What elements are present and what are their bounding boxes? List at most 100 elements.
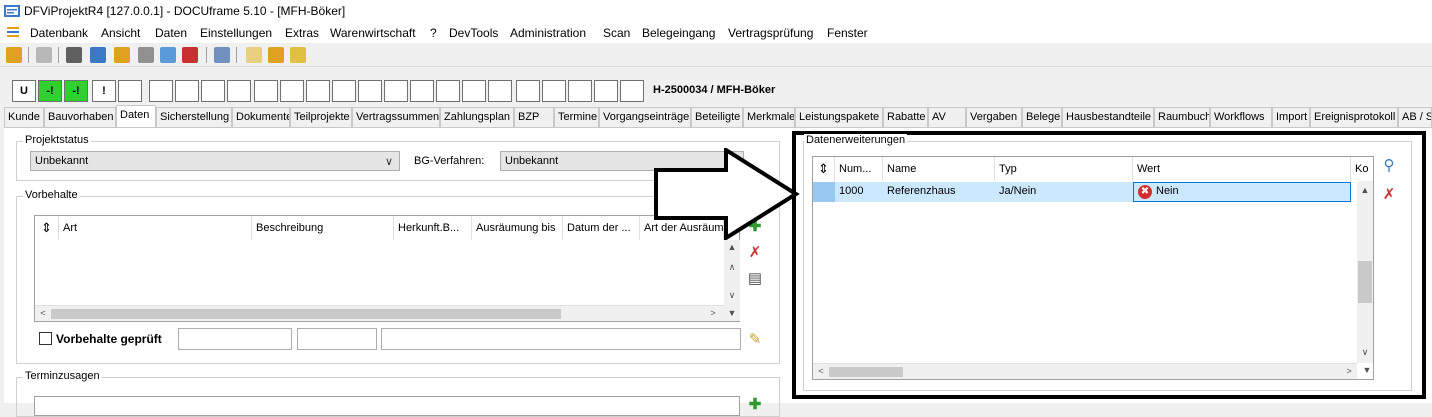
list-icon[interactable]: [90, 47, 106, 63]
add-icon[interactable]: ✚: [746, 396, 764, 414]
projektstatus-select[interactable]: Unbekannt ∨: [30, 151, 400, 171]
tab-ereignisprotokoll[interactable]: Ereignisprotokoll: [1310, 107, 1398, 127]
sort-toggle-icon[interactable]: ⇕: [35, 216, 59, 240]
scroll-right-icon[interactable]: >: [705, 308, 721, 318]
tab-hausbestandteile[interactable]: Hausbestandteile: [1062, 107, 1154, 127]
tab-raumbuch[interactable]: Raumbuch: [1154, 107, 1210, 127]
tab-vorgangseintraege[interactable]: Vorgangseinträge: [599, 107, 691, 127]
card-icon[interactable]: [66, 47, 82, 63]
menu-extras[interactable]: Extras: [285, 26, 319, 40]
tab-ab-s[interactable]: AB / S: [1398, 107, 1432, 127]
status-box-empty[interactable]: [620, 80, 644, 102]
tab-teilprojekte[interactable]: Teilprojekte: [290, 107, 352, 127]
vertical-scrollbar[interactable]: ▲ ∧ ∨ ▼: [724, 240, 740, 321]
status-box-warning[interactable]: !: [92, 80, 116, 102]
scroll-down-icon[interactable]: ∨: [724, 290, 740, 301]
print-icon[interactable]: [36, 47, 52, 63]
vorbehalte-checkbox[interactable]: [39, 332, 52, 345]
scroll-down-icon[interactable]: ∨: [1357, 347, 1373, 358]
menu-belegeingang[interactable]: Belegeingang: [642, 26, 715, 40]
column-header[interactable]: Name: [883, 157, 995, 181]
column-header[interactable]: Ko: [1351, 157, 1375, 181]
scroll-thumb[interactable]: [1358, 261, 1372, 303]
tab-workflows[interactable]: Workflows: [1210, 107, 1272, 127]
tab-termine[interactable]: Termine: [554, 107, 599, 127]
tab-merkmale[interactable]: Merkmale: [743, 107, 795, 127]
column-header[interactable]: Ausräumung bis: [472, 216, 563, 240]
phone-icon[interactable]: [214, 47, 230, 63]
tab-zahlungsplan[interactable]: Zahlungsplan: [440, 107, 514, 127]
column-header[interactable]: Datum der ...: [563, 216, 640, 240]
menu-warenwirtschaft[interactable]: Warenwirtschaft: [330, 26, 416, 40]
terminzusagen-grid[interactable]: [34, 396, 740, 416]
status-box-green-1[interactable]: -!: [38, 80, 62, 102]
status-box-empty[interactable]: [227, 80, 251, 102]
task-icon[interactable]: [160, 47, 176, 63]
menu-daten[interactable]: Daten: [155, 26, 187, 40]
vorbehalte-field-2[interactable]: [297, 328, 377, 350]
status-box-empty[interactable]: [358, 80, 382, 102]
menu-doc-icon[interactable]: [6, 25, 20, 39]
scroll-top-icon[interactable]: ▲: [724, 242, 740, 252]
scroll-bottom-icon[interactable]: ▼: [1359, 365, 1375, 375]
sort-toggle-icon[interactable]: ⇕: [813, 157, 835, 181]
scroll-up-icon[interactable]: ∧: [724, 262, 740, 273]
tab-leistungspakete[interactable]: Leistungspakete: [795, 107, 883, 127]
menu-einstellungen[interactable]: Einstellungen: [200, 26, 272, 40]
column-header[interactable]: Wert: [1133, 157, 1351, 181]
status-box-empty[interactable]: [516, 80, 540, 102]
scroll-bottom-icon[interactable]: ▼: [724, 308, 740, 318]
tab-bzp[interactable]: BZP: [514, 107, 554, 127]
table-row[interactable]: 1000 Referenzhaus Ja/Nein ✖ Nein: [813, 182, 1351, 202]
vertical-scrollbar[interactable]: ▲ ∨: [1357, 181, 1373, 363]
status-box-empty[interactable]: [542, 80, 566, 102]
search-icon[interactable]: ⚲: [1380, 157, 1398, 175]
tab-daten[interactable]: Daten: [116, 105, 156, 127]
column-header[interactable]: Num...: [835, 157, 883, 181]
status-box-empty[interactable]: [280, 80, 304, 102]
open-record-icon[interactable]: [6, 47, 22, 63]
datenerweiterungen-grid[interactable]: ⇕ Num... Name Typ Wert Ko 1000 Referenzh…: [812, 156, 1374, 380]
vorbehalte-field-1[interactable]: [178, 328, 292, 350]
menu-administration[interactable]: Administration: [510, 26, 586, 40]
tab-sicherstellung[interactable]: Sicherstellung: [156, 107, 232, 127]
tab-av[interactable]: AV: [928, 107, 966, 127]
column-header[interactable]: Art: [59, 216, 252, 240]
tab-belege[interactable]: Belege: [1022, 107, 1062, 127]
tab-import[interactable]: Import: [1272, 107, 1310, 127]
tab-bauvorhaben[interactable]: Bauvorhaben: [44, 107, 116, 127]
menu-vertragspruefung[interactable]: Vertragsprüfung: [728, 26, 813, 40]
horizontal-scrollbar[interactable]: < >: [813, 363, 1357, 379]
tab-dokumente[interactable]: Dokumente: [232, 107, 290, 127]
scroll-left-icon[interactable]: <: [35, 308, 51, 318]
scroll-right-icon[interactable]: >: [1341, 366, 1357, 376]
status-box-empty[interactable]: [332, 80, 356, 102]
status-box-empty[interactable]: [410, 80, 434, 102]
scroll-thumb[interactable]: [829, 367, 903, 377]
export-icon[interactable]: [290, 47, 306, 63]
folder-icon[interactable]: [114, 47, 130, 63]
column-header[interactable]: Typ: [995, 157, 1133, 181]
menu-datenbank[interactable]: Datenbank: [30, 26, 88, 40]
status-box-empty[interactable]: [175, 80, 199, 102]
scroll-top-icon[interactable]: ▲: [1357, 185, 1373, 195]
status-box-empty[interactable]: [568, 80, 592, 102]
status-box-empty[interactable]: [149, 80, 173, 102]
scroll-left-icon[interactable]: <: [813, 366, 829, 376]
status-box-empty[interactable]: [306, 80, 330, 102]
column-header[interactable]: Herkunft.B...: [394, 216, 472, 240]
menu-fenster[interactable]: Fenster: [827, 26, 868, 40]
tag-icon[interactable]: [138, 47, 154, 63]
edit-pencil-icon[interactable]: ✎: [746, 331, 764, 349]
tab-beteiligte[interactable]: Beteiligte: [691, 107, 743, 127]
tab-vertragssummen[interactable]: Vertragssummen: [352, 107, 440, 127]
status-box-empty[interactable]: [254, 80, 278, 102]
status-box-empty[interactable]: [201, 80, 225, 102]
tab-kunde[interactable]: Kunde: [4, 107, 44, 127]
column-header[interactable]: Beschreibung: [252, 216, 394, 240]
delete-icon[interactable]: ✗: [746, 244, 764, 262]
menu-help[interactable]: ?: [430, 26, 437, 40]
status-box-empty[interactable]: [118, 80, 142, 102]
delete-icon[interactable]: ✗: [1380, 186, 1398, 204]
status-box-green-2[interactable]: -!: [64, 80, 88, 102]
